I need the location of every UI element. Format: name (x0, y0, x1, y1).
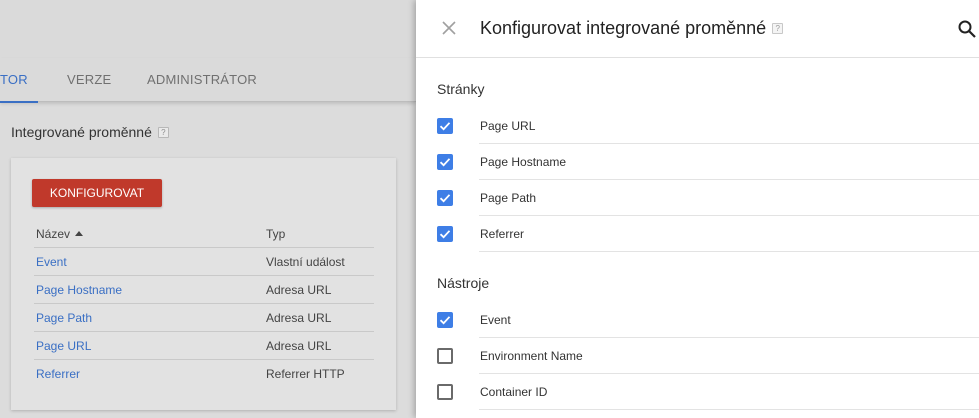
option-label: Environment Name (480, 349, 583, 363)
option-label: Page URL (480, 119, 536, 133)
active-tab-indicator (0, 101, 38, 103)
table-row: Page Path Adresa URL (34, 304, 374, 332)
checkbox-checked[interactable] (437, 118, 453, 134)
group-label-utilities: Nástroje (437, 275, 490, 291)
checkbox-checked[interactable] (437, 312, 453, 328)
tab-versions[interactable]: VERZE (67, 58, 111, 102)
builtin-variables-card: KONFIGUROVAT Název Typ Event Vlastní udá… (11, 158, 396, 410)
checkbox-checked[interactable] (437, 226, 453, 242)
divider (479, 251, 979, 252)
option-label: Container ID (480, 385, 548, 399)
option-label: Page Path (480, 191, 537, 205)
help-icon[interactable]: ? (772, 23, 784, 34)
column-header-name-label: Název (36, 226, 71, 241)
variable-option-container-id[interactable]: Container ID (437, 374, 979, 410)
variables-table: Název Typ Event Vlastní událost Page Hos… (34, 220, 374, 388)
option-label: Event (480, 313, 511, 327)
tab-admin[interactable]: ADMINISTRÁTOR (147, 58, 257, 102)
variable-link[interactable]: Event (34, 255, 266, 269)
variable-option-page-path[interactable]: Page Path (437, 180, 979, 216)
option-label: Page Hostname (480, 155, 567, 169)
search-icon[interactable] (957, 19, 977, 39)
table-row: Page URL Adresa URL (34, 332, 374, 360)
variable-link[interactable]: Page Path (34, 311, 266, 325)
variable-option-referrer[interactable]: Referrer (437, 216, 979, 252)
tab-admin-label: ADMINISTRÁTOR (147, 72, 257, 87)
table-row: Referrer Referrer HTTP (34, 360, 374, 388)
divider (479, 409, 979, 410)
variable-option-event[interactable]: Event (437, 302, 979, 338)
background-page: TOR VERZE ADMINISTRÁTOR Integrované prom… (0, 0, 416, 418)
panel-title-text: Konfigurovat integrované proměnné (480, 18, 767, 38)
checkbox-checked[interactable] (437, 190, 453, 206)
check-icon (439, 194, 451, 203)
tab-bar: TOR VERZE ADMINISTRÁTOR (0, 58, 416, 103)
variable-link[interactable]: Page URL (34, 339, 266, 353)
check-icon (439, 158, 451, 167)
table-row: Page Hostname Adresa URL (34, 276, 374, 304)
checkbox-unchecked[interactable] (437, 384, 453, 400)
sort-ascending-icon (75, 230, 84, 236)
configure-button[interactable]: KONFIGUROVAT (32, 179, 162, 207)
check-icon (439, 122, 451, 131)
table-header: Název Typ (34, 220, 374, 248)
checkbox-checked[interactable] (437, 154, 453, 170)
section-title-text: Integrované proměnné (11, 124, 152, 140)
variable-option-environment-name[interactable]: Environment Name (437, 338, 979, 374)
panel-header: Konfigurovat integrované proměnné ? (416, 0, 979, 58)
table-row: Event Vlastní událost (34, 248, 374, 276)
tab-workspace-label: TOR (0, 72, 28, 87)
tab-workspace[interactable]: TOR (0, 58, 38, 103)
variable-type: Adresa URL (266, 310, 332, 325)
section-title: Integrované proměnné ? (11, 124, 169, 140)
tab-versions-label: VERZE (67, 72, 112, 87)
configure-variables-panel: Konfigurovat integrované proměnné ? Strá… (416, 0, 979, 418)
check-icon (439, 230, 451, 239)
variable-type: Vlastní událost (266, 254, 345, 269)
variable-type: Adresa URL (266, 338, 332, 353)
column-header-type[interactable]: Typ (266, 227, 374, 241)
variable-option-page-url[interactable]: Page URL (437, 108, 979, 144)
variable-type: Referrer HTTP (266, 367, 345, 381)
background-header (0, 0, 416, 58)
option-label: Referrer (480, 227, 525, 241)
variable-link[interactable]: Page Hostname (34, 283, 266, 297)
variable-type: Adresa URL (266, 282, 332, 297)
check-icon (439, 316, 451, 325)
variable-link[interactable]: Referrer (34, 367, 266, 381)
variable-option-page-hostname[interactable]: Page Hostname (437, 144, 979, 180)
column-header-name[interactable]: Název (34, 227, 266, 241)
help-icon[interactable]: ? (157, 126, 169, 138)
panel-title: Konfigurovat integrované proměnné ? (480, 18, 784, 39)
close-icon[interactable] (439, 18, 459, 38)
group-label-pages: Stránky (437, 81, 485, 97)
checkbox-unchecked[interactable] (437, 348, 453, 364)
